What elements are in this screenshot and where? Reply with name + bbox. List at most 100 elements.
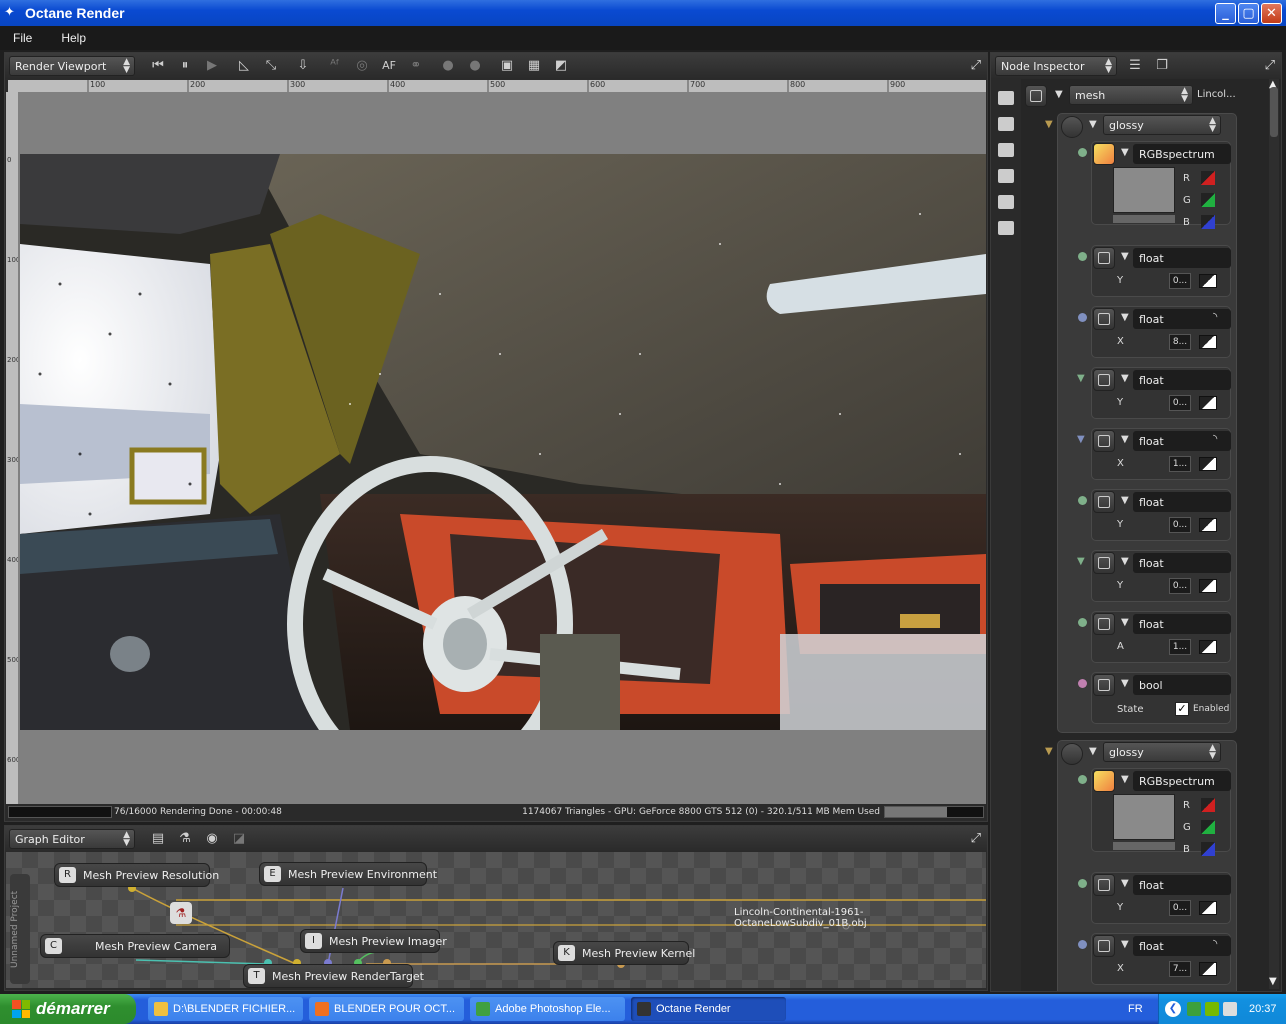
close-button[interactable]: ✕	[1261, 3, 1282, 24]
green-swatch[interactable]	[1201, 820, 1215, 834]
color-preview-slider[interactable]	[1113, 842, 1175, 850]
float-value-field[interactable]: 0...	[1169, 578, 1191, 594]
af-icon[interactable]: AF	[380, 57, 398, 75]
texture-icon[interactable]: ◪	[230, 830, 248, 848]
float-value-field[interactable]: 7...	[1169, 961, 1191, 977]
fullscreen-icon[interactable]: ⤢	[1265, 58, 1275, 73]
network-icon[interactable]	[1187, 1002, 1201, 1016]
node-graph-canvas[interactable]: Unnamed Project R Mesh Preview Resolutio…	[6, 852, 986, 988]
language-indicator[interactable]: FR	[1128, 1003, 1143, 1015]
float-value-field[interactable]: 8...	[1169, 334, 1191, 350]
expand-triangle-icon[interactable]: ▼	[1121, 617, 1129, 628]
environment-icon[interactable]	[998, 169, 1014, 183]
color-preview-slider[interactable]	[1113, 215, 1175, 223]
mesh-dropdown[interactable]: mesh ▲ ▼	[1069, 85, 1193, 105]
minimize-button[interactable]: _	[1215, 3, 1236, 24]
expand-triangle-icon[interactable]: ▼	[1121, 774, 1129, 785]
sphere-icon[interactable]: ◉	[203, 830, 221, 848]
red-swatch[interactable]	[1201, 171, 1215, 185]
inspector-scrollbar[interactable]: ▲ ▼	[1269, 79, 1279, 989]
imager-icon[interactable]	[998, 195, 1014, 209]
float-graph-icon[interactable]	[1199, 962, 1217, 976]
scroll-down-icon[interactable]: ▼	[1269, 976, 1277, 987]
nvidia-icon[interactable]	[1205, 1002, 1219, 1016]
mesh-node[interactable]: ⚗	[170, 902, 192, 924]
graph-node-environment[interactable]: E Mesh Preview Environment	[259, 862, 437, 886]
expand-triangle-icon[interactable]: ▼	[1121, 556, 1129, 567]
fit-icon[interactable]: ⤡	[262, 57, 280, 75]
float-graph-icon[interactable]	[1199, 335, 1217, 349]
float-node-icon[interactable]	[1093, 491, 1115, 513]
rewind-icon[interactable]: ⏮	[149, 57, 167, 75]
material-dropdown[interactable]: glossy ▲ ▼	[1103, 115, 1221, 135]
checker-icon[interactable]: ▦	[525, 57, 543, 75]
expand-triangle-icon[interactable]: ▼	[1121, 251, 1129, 262]
camera-icon[interactable]	[998, 117, 1014, 131]
region-icon[interactable]: ◺	[235, 57, 253, 75]
expand-triangle-icon[interactable]: ▼	[1121, 373, 1129, 384]
glossy-node-icon[interactable]	[1061, 743, 1083, 765]
taskbar-item-octane[interactable]: Octane Render	[631, 997, 786, 1021]
pause-icon[interactable]: ⏸	[176, 57, 194, 75]
alpha-icon[interactable]: ▣	[498, 57, 516, 75]
rgbspectrum-icon[interactable]	[1093, 770, 1115, 792]
collapse-icon[interactable]: ❐	[1153, 57, 1171, 75]
expand-triangle-icon[interactable]: ▼	[1077, 556, 1085, 567]
float-node-icon[interactable]	[1093, 308, 1115, 330]
red-swatch[interactable]	[1201, 798, 1215, 812]
color-preview[interactable]	[1113, 167, 1175, 213]
autofocus-icon[interactable]: ᴬᶠ	[326, 57, 344, 75]
glossy-node-icon[interactable]	[1061, 116, 1083, 138]
float-graph-icon[interactable]	[1199, 901, 1217, 915]
float-graph-icon[interactable]	[1199, 396, 1217, 410]
fullscreen-icon[interactable]: ⤢	[971, 58, 981, 73]
graph-node-resolution[interactable]: R Mesh Preview Resolution	[54, 863, 219, 887]
expand-triangle-icon[interactable]: ▼	[1121, 434, 1129, 445]
float-graph-icon[interactable]	[1199, 579, 1217, 593]
expand-triangle-icon[interactable]: ▼	[1089, 746, 1097, 757]
graph-node-rendertarget[interactable]: T Mesh Preview RenderTarget	[243, 964, 424, 988]
expand-triangle-icon[interactable]: ▼	[1055, 89, 1063, 100]
float-value-field[interactable]: 0...	[1169, 395, 1191, 411]
menu-file[interactable]: File	[13, 31, 32, 45]
taskbar-item-browser[interactable]: BLENDER POUR OCT...	[309, 997, 464, 1021]
graph-node-camera[interactable]: C Mesh Preview Camera	[40, 934, 230, 958]
float-node-icon[interactable]	[1093, 247, 1115, 269]
float-graph-icon[interactable]	[1199, 640, 1217, 654]
expand-triangle-icon[interactable]: ▼	[1121, 495, 1129, 506]
inspector-dropdown[interactable]: Node Inspector ▲ ▼	[995, 56, 1117, 76]
expand-triangle-icon[interactable]: ▼	[1121, 147, 1129, 158]
float-graph-icon[interactable]	[1199, 274, 1217, 288]
tray-arrow-icon[interactable]: ❮	[1165, 1001, 1181, 1017]
expand-all-icon[interactable]: ☰	[1126, 57, 1144, 75]
float-value-field[interactable]: 0...	[1169, 273, 1191, 289]
expand-triangle-icon[interactable]: ▼	[1045, 119, 1053, 130]
float-node-icon[interactable]	[1093, 430, 1115, 452]
float-value-field[interactable]: 0...	[1169, 517, 1191, 533]
blue-swatch[interactable]	[1201, 842, 1215, 856]
float-value-field[interactable]: 1...	[1169, 639, 1191, 655]
export-icon[interactable]: ⇩	[294, 57, 312, 75]
material-node-icon[interactable]: ⚗	[176, 830, 194, 848]
scrollbar-thumb[interactable]	[1270, 87, 1278, 137]
kernel-icon[interactable]	[998, 221, 1014, 235]
float-graph-icon[interactable]	[1199, 518, 1217, 532]
expand-triangle-icon[interactable]: ▼	[1045, 746, 1053, 757]
float-node-icon[interactable]	[1093, 369, 1115, 391]
color-preview[interactable]	[1113, 794, 1175, 840]
taskbar-item-photoshop[interactable]: Adobe Photoshop Ele...	[470, 997, 625, 1021]
expand-triangle-icon[interactable]: ▼	[1089, 119, 1097, 130]
float-node-icon[interactable]	[1093, 552, 1115, 574]
float-node-icon[interactable]	[1093, 935, 1115, 957]
lock2-icon[interactable]: ●	[466, 57, 484, 75]
float-node-icon[interactable]	[1093, 874, 1115, 896]
fullscreen-icon[interactable]: ⤢	[971, 831, 981, 846]
graph-node-imager[interactable]: I Mesh Preview Imager	[300, 929, 447, 953]
enabled-checkbox[interactable]: ✓	[1175, 702, 1189, 716]
menu-help[interactable]: Help	[61, 31, 86, 45]
expand-triangle-icon[interactable]: ▼	[1121, 878, 1129, 889]
lock-icon[interactable]: ●	[439, 57, 457, 75]
float-node-icon[interactable]	[1093, 613, 1115, 635]
material-pick-icon[interactable]: ⚭	[407, 57, 425, 75]
volume-icon[interactable]	[1223, 1002, 1237, 1016]
